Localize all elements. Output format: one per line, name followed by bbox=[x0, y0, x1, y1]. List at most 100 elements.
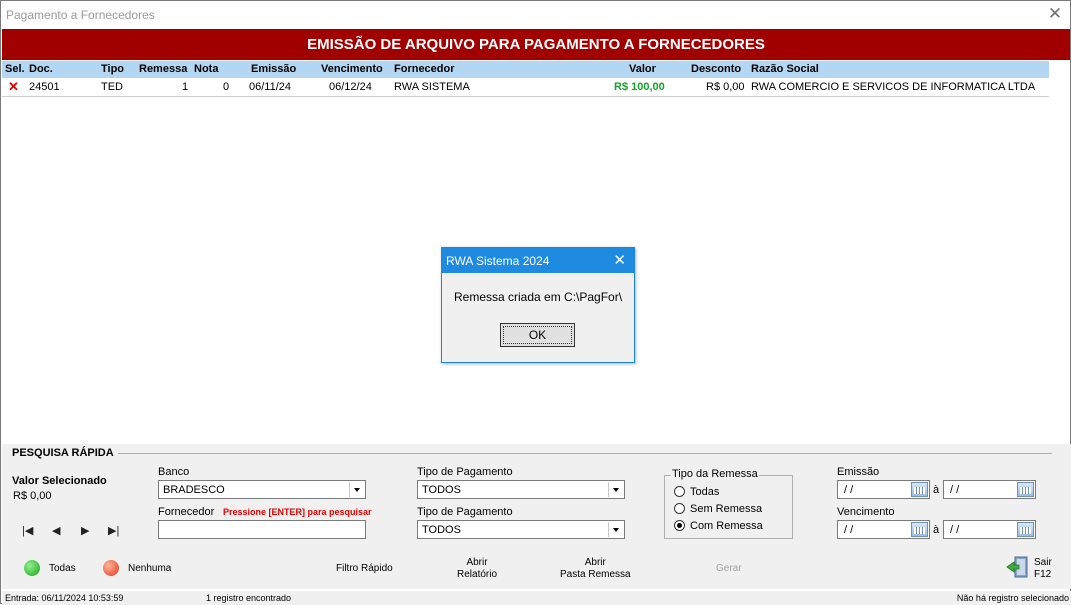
emissao-to-value: / / bbox=[950, 484, 960, 496]
emissao-from-value: / / bbox=[844, 484, 854, 496]
abrir-relatorio-line1: Abrir bbox=[466, 557, 488, 568]
dialog-message: Remessa criada em C:\PagFor\ bbox=[454, 290, 623, 304]
dialog-close-icon[interactable]: ✕ bbox=[613, 251, 626, 269]
cell-emissao: 06/11/24 bbox=[249, 81, 292, 93]
tipo-remessa-group: Tipo da Remessa Todas Sem Remessa Com Re… bbox=[664, 468, 793, 539]
gerar-button[interactable]: Gerar bbox=[716, 563, 742, 575]
col-fornecedor[interactable]: Fornecedor bbox=[394, 63, 455, 75]
table-row[interactable]: ✕ 24501 TED 1 0 06/11/24 06/12/24 RWA SI… bbox=[2, 78, 1049, 97]
radio-sem-remessa[interactable]: Sem Remessa bbox=[674, 503, 762, 515]
nenhuma-button[interactable]: Nenhuma bbox=[128, 563, 171, 574]
tipo-remessa-label: Tipo da Remessa bbox=[671, 468, 759, 480]
select-all-icon[interactable] bbox=[24, 560, 40, 576]
page-title-banner: EMISSÃO DE ARQUIVO PARA PAGAMENTO A FORN… bbox=[2, 29, 1070, 60]
status-entrada: Entrada: 06/11/2024 10:53:59 bbox=[5, 593, 124, 603]
unselect-x-icon[interactable]: ✕ bbox=[8, 79, 19, 95]
window-title: Pagamento a Fornecedores bbox=[6, 8, 155, 22]
emissao-label: Emissão bbox=[837, 466, 880, 478]
fornecedor-hint: Pressione [ENTER] para pesquisar bbox=[223, 507, 372, 517]
cell-nota: 0 bbox=[223, 81, 230, 93]
cell-razao-social: RWA COMERCIO E SERVICOS DE INFORMATICA L… bbox=[751, 81, 1036, 93]
chevron-down-icon[interactable] bbox=[608, 522, 623, 537]
search-panel: PESQUISA RÁPIDA Valor Selecionado R$ 0,0… bbox=[2, 444, 1071, 589]
col-doc[interactable]: Doc. bbox=[29, 63, 53, 75]
chevron-down-icon[interactable] bbox=[349, 482, 364, 497]
tipo-pagamento-label-1: Tipo de Pagamento bbox=[417, 466, 513, 478]
status-bar: Entrada: 06/11/2024 10:53:59 1 registro … bbox=[2, 591, 1071, 605]
chevron-down-icon[interactable] bbox=[608, 482, 623, 497]
tipo-pagamento-select-1[interactable]: TODOS bbox=[417, 480, 625, 499]
col-razao-social[interactable]: Razão Social bbox=[751, 63, 819, 75]
abrir-pasta-line2: Pasta Remessa bbox=[560, 569, 631, 580]
todas-button[interactable]: Todas bbox=[49, 563, 76, 574]
title-bar: Pagamento a Fornecedores ✕ bbox=[1, 1, 1070, 29]
sair-line2: F12 bbox=[1034, 569, 1052, 580]
vencimento-from-value: / / bbox=[844, 524, 854, 536]
fornecedor-input[interactable] bbox=[158, 520, 366, 539]
col-vencimento[interactable]: Vencimento bbox=[321, 63, 383, 75]
cell-doc: 24501 bbox=[29, 81, 60, 93]
radio-selected-icon[interactable] bbox=[674, 520, 685, 531]
prev-record-icon[interactable]: ◀ bbox=[52, 524, 60, 537]
abrir-pasta-line1: Abrir bbox=[584, 557, 606, 568]
next-record-icon[interactable]: ▶ bbox=[81, 524, 89, 537]
select-none-icon[interactable] bbox=[103, 560, 119, 576]
valor-selecionado-value: R$ 0,00 bbox=[13, 490, 52, 502]
col-sel[interactable]: Sel. bbox=[5, 63, 25, 75]
radio-todas[interactable]: Todas bbox=[674, 486, 719, 498]
banco-select-value: BRADESCO bbox=[163, 484, 225, 496]
close-icon[interactable]: ✕ bbox=[1046, 4, 1064, 24]
cell-valor: R$ 100,00 bbox=[614, 81, 665, 93]
radio-icon[interactable] bbox=[674, 486, 685, 497]
col-tipo[interactable]: Tipo bbox=[101, 63, 124, 75]
cell-desconto: R$ 0,00 bbox=[706, 81, 745, 93]
radio-todas-label: Todas bbox=[690, 486, 720, 498]
radio-com-remessa-label: Com Remessa bbox=[690, 520, 763, 532]
dialog-title: RWA Sistema 2024 bbox=[446, 254, 550, 268]
status-selecao: Não há registro selecionado bbox=[956, 593, 1069, 603]
sair-line1: Sair bbox=[1034, 557, 1052, 568]
banco-select[interactable]: BRADESCO bbox=[158, 480, 366, 499]
first-record-icon[interactable]: |◀ bbox=[22, 524, 33, 537]
col-nota[interactable]: Nota bbox=[194, 63, 218, 75]
dialog-title-bar: RWA Sistema 2024 ✕ bbox=[442, 248, 634, 273]
radio-com-remessa[interactable]: Com Remessa bbox=[674, 520, 763, 532]
status-registros: 1 registro encontrado bbox=[206, 593, 292, 603]
vencimento-to-input[interactable]: / / bbox=[943, 520, 1036, 539]
emissao-to-input[interactable]: / / bbox=[943, 480, 1036, 499]
date-separator: à bbox=[933, 524, 940, 536]
grid-header: Sel. Doc. Tipo Remessa Nota Emissão Venc… bbox=[2, 61, 1049, 78]
last-record-icon[interactable]: ▶| bbox=[108, 524, 119, 537]
calendar-icon[interactable] bbox=[911, 482, 928, 497]
calendar-icon[interactable] bbox=[1017, 482, 1034, 497]
abrir-relatorio-button[interactable]: Abrir Relatório bbox=[457, 557, 497, 581]
abrir-relatorio-line2: Relatório bbox=[457, 569, 498, 580]
sair-button[interactable]: Sair F12 bbox=[1034, 557, 1052, 581]
tipo-pagamento-value-2: TODOS bbox=[422, 524, 461, 536]
radio-sem-remessa-label: Sem Remessa bbox=[690, 503, 763, 515]
filtro-rapido-button[interactable]: Filtro Rápido bbox=[336, 563, 393, 575]
emissao-from-input[interactable]: / / bbox=[837, 480, 930, 499]
col-desconto[interactable]: Desconto bbox=[691, 63, 741, 75]
col-remessa[interactable]: Remessa bbox=[139, 63, 187, 75]
tipo-pagamento-label-2: Tipo de Pagamento bbox=[417, 506, 513, 518]
calendar-icon[interactable] bbox=[1017, 522, 1034, 537]
cell-fornecedor: RWA SISTEMA bbox=[394, 81, 470, 93]
message-dialog: RWA Sistema 2024 ✕ Remessa criada em C:\… bbox=[441, 247, 635, 363]
divider bbox=[118, 453, 1052, 454]
col-emissao[interactable]: Emissão bbox=[251, 63, 296, 75]
col-valor[interactable]: Valor bbox=[629, 63, 656, 75]
tipo-pagamento-select-2[interactable]: TODOS bbox=[417, 520, 625, 539]
abrir-pasta-remessa-button[interactable]: Abrir Pasta Remessa bbox=[560, 557, 631, 581]
banco-label: Banco bbox=[158, 466, 190, 478]
radio-icon[interactable] bbox=[674, 503, 685, 514]
payments-grid: Sel. Doc. Tipo Remessa Nota Emissão Venc… bbox=[2, 61, 1049, 97]
ok-button[interactable]: OK bbox=[500, 323, 575, 347]
calendar-icon[interactable] bbox=[911, 522, 928, 537]
date-separator: à bbox=[933, 484, 940, 496]
valor-selecionado-label: Valor Selecionado bbox=[12, 475, 107, 487]
vencimento-from-input[interactable]: / / bbox=[837, 520, 930, 539]
vencimento-to-value: / / bbox=[950, 524, 960, 536]
exit-door-icon[interactable] bbox=[1006, 555, 1030, 579]
main-window: Pagamento a Fornecedores ✕ EMISSÃO DE AR… bbox=[0, 0, 1071, 605]
